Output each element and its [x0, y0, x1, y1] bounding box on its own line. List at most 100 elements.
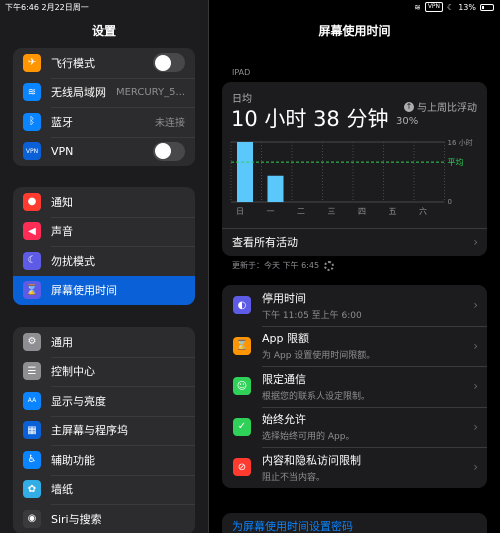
sidebar-item[interactable]: ᛒ 蓝牙 未连接: [13, 107, 195, 137]
average-label: 平均: [448, 157, 464, 167]
sidebar-item-label: 控制中心: [51, 365, 95, 379]
screen-time-option[interactable]: ◐ 停用时间 下午 11:05 至上午 6:00 ›: [222, 285, 487, 326]
sidebar-item-value: 未连接: [155, 118, 185, 130]
control-center-icon: ☰: [23, 362, 41, 381]
sidebar-item[interactable]: AA 显示与亮度: [13, 386, 195, 416]
downtime-icon: ◐: [233, 296, 251, 315]
x-axis-tick-label: 三: [328, 207, 336, 216]
option-text: 始终允许选择始终可用的 App。: [262, 411, 473, 442]
display-icon: AA: [23, 391, 41, 410]
x-axis-tick-label: 一: [267, 207, 275, 216]
battery-percent: 13%: [458, 2, 476, 12]
sidebar-item-label: 蓝牙: [51, 115, 73, 129]
bluetooth-icon: ᛒ: [23, 112, 41, 131]
see-all-activity-label: 查看所有活动: [232, 236, 298, 249]
sidebar-item-label: Siri与搜索: [51, 512, 102, 526]
sidebar-item-label: 通知: [51, 195, 73, 209]
set-passcode-link[interactable]: 为屏幕使用时间设置密码: [222, 513, 487, 533]
x-axis-tick-label: 五: [389, 207, 397, 216]
moon-icon: ☾: [23, 251, 41, 270]
option-title: 限定通信: [262, 372, 306, 386]
option-text: App 限额为 App 设置使用时间限额。: [262, 330, 473, 361]
settings-group-connectivity: ✈ 飞行模式 ≋ 无线局域网 MERCURY_5... ᛒ 蓝牙 未连接 VPN VPN: [13, 48, 195, 166]
sidebar-item[interactable]: ✈ 飞行模式: [13, 48, 195, 78]
sidebar-item-label: 显示与亮度: [51, 394, 106, 408]
sidebar-item[interactable]: ⌛ 屏幕使用时间: [13, 275, 195, 305]
sidebar-item[interactable]: ♿ 辅助功能: [13, 445, 195, 475]
sidebar-item-label: 声音: [51, 225, 73, 239]
sidebar-item[interactable]: ☾ 勿扰模式: [13, 246, 195, 276]
x-axis-tick-label: 六: [419, 206, 427, 216]
status-time-date: 下午6:46 2月22日周一: [5, 3, 89, 12]
set-passcode-label: 为屏幕使用时间设置密码: [232, 520, 353, 533]
option-subtitle: 为 App 设置使用时间限额。: [262, 351, 376, 362]
option-subtitle: 下午 11:05 至上午 6:00: [262, 310, 362, 321]
sidebar-item[interactable]: ✿ 墙纸: [13, 474, 195, 505]
screen-time-option[interactable]: ⊘ 内容和隐私访问限制 阻止不当内容。 ›: [222, 447, 487, 488]
sidebar-item-label: 屏幕使用时间: [51, 284, 117, 298]
sidebar-item[interactable]: ⚙ 通用: [13, 327, 195, 357]
toggle-switch[interactable]: [153, 53, 185, 73]
daily-average-value: 10 小时 38 分钟: [231, 107, 389, 131]
sidebar-item-label: 飞行模式: [51, 56, 95, 70]
screen-time-options-card: ◐ 停用时间 下午 11:05 至上午 6:00 › ⌛ App 限额为 App 设置使用…: [222, 285, 487, 488]
option-title: 始终允许: [262, 413, 306, 427]
accessibility-icon: ♿: [23, 450, 41, 469]
see-all-activity-link[interactable]: 查看所有活动 ›: [222, 228, 487, 255]
sidebar-item[interactable]: ▦ 主屏幕与程序坞: [13, 415, 195, 446]
sidebar-item-label: 墙纸: [51, 483, 73, 497]
option-subtitle: 根据您的联系人设定限制。: [262, 391, 371, 402]
moon-status-icon: ☾: [447, 2, 455, 12]
sidebar-item[interactable]: ● 通知: [13, 187, 195, 217]
airplane-icon: ✈: [23, 53, 41, 72]
weekly-compare: ↑ 与上周比浮动: [404, 99, 477, 114]
vpn-status-badge: VPN: [424, 2, 444, 12]
option-title: 停用时间: [262, 291, 306, 305]
option-title: 内容和隐私访问限制: [262, 453, 361, 467]
usage-summary-card: 日均 10 小时 38 分钟 ↑ 与上周比浮动 30% 平均 16 小时 0 日一二三…: [222, 82, 487, 256]
vpn-icon: VPN: [23, 142, 41, 161]
screen-time-option[interactable]: ⌛ App 限额为 App 设置使用时间限额。 ›: [222, 325, 487, 367]
sidebar-item-label: 通用: [51, 335, 73, 349]
option-text: 限定通信根据您的联系人设定限制。: [262, 371, 473, 402]
arrow-up-icon: ↑: [404, 101, 414, 112]
option-subtitle: 选择始终可用的 App。: [262, 432, 355, 443]
screen-time-option[interactable]: ☺ 限定通信 根据您的联系人设定限制。 ›: [222, 366, 487, 407]
hourglass-icon: ⌛: [23, 281, 41, 300]
wallpaper-icon: ✿: [23, 480, 41, 499]
always-allowed-icon: ✓: [233, 417, 251, 436]
x-axis-tick-label: 二: [297, 207, 305, 216]
option-title: App 限额: [262, 332, 309, 346]
siri-icon: ◉: [23, 509, 41, 528]
sidebar-item-label: 辅助功能: [51, 453, 95, 467]
settings-sidebar: 设置 ✈ 飞行模式 ≋ 无线局域网 MERCURY_5... ᛒ 蓝牙 未连接 VPN VPN ●…: [0, 0, 208, 533]
sidebar-item[interactable]: ◀ 声音: [13, 216, 195, 247]
sidebar-item-label: 主屏幕与程序坞: [51, 424, 128, 438]
toggle-switch[interactable]: [153, 141, 185, 161]
x-axis-tick-label: 四: [358, 207, 366, 216]
chevron-right-icon: ›: [473, 419, 478, 434]
wifi-icon: ≋: [23, 83, 41, 102]
option-text: 内容和隐私访问限制 阻止不当内容。: [262, 452, 473, 483]
sidebar-item-label: 无线局域网: [51, 86, 106, 100]
screen-time-option[interactable]: ✓ 始终允许 选择始终可用的 App。 ›: [222, 406, 487, 448]
sidebar-item[interactable]: ◉ Siri与搜索: [13, 504, 195, 533]
loading-spinner-icon: [324, 260, 335, 271]
option-subtitle: 阻止不当内容。: [262, 472, 326, 483]
chevron-right-icon: ›: [473, 235, 478, 249]
chevron-right-icon: ›: [473, 379, 478, 394]
page-title: 屏幕使用时间: [318, 24, 391, 38]
weekly-usage-chart: 平均 16 小时 0 日 一 二 三 四 五 六: [230, 138, 473, 216]
last-updated-text: 更新于：今天 下午 6:45: [232, 261, 320, 270]
sound-icon: ◀: [23, 222, 41, 241]
option-text: 停用时间下午 11:05 至上午 6:00: [262, 290, 473, 321]
sidebar-item[interactable]: ≋ 无线局域网 MERCURY_5...: [13, 77, 195, 108]
sidebar-item-label: VPN: [51, 144, 74, 158]
weekly-compare-label: 与上周比浮动: [417, 103, 477, 114]
sidebar-item[interactable]: ☰ 控制中心: [13, 356, 195, 387]
sidebar-item-value: MERCURY_5...: [115, 86, 185, 98]
sidebar-item[interactable]: VPN VPN: [13, 136, 195, 167]
gear-icon: ⚙: [23, 332, 41, 351]
screen-time-pane: 屏幕使用时间 IPAD 日均 10 小时 38 分钟 ↑ 与上周比浮动 30% …: [209, 0, 500, 533]
weekly-compare-percent: 30%: [396, 116, 419, 127]
